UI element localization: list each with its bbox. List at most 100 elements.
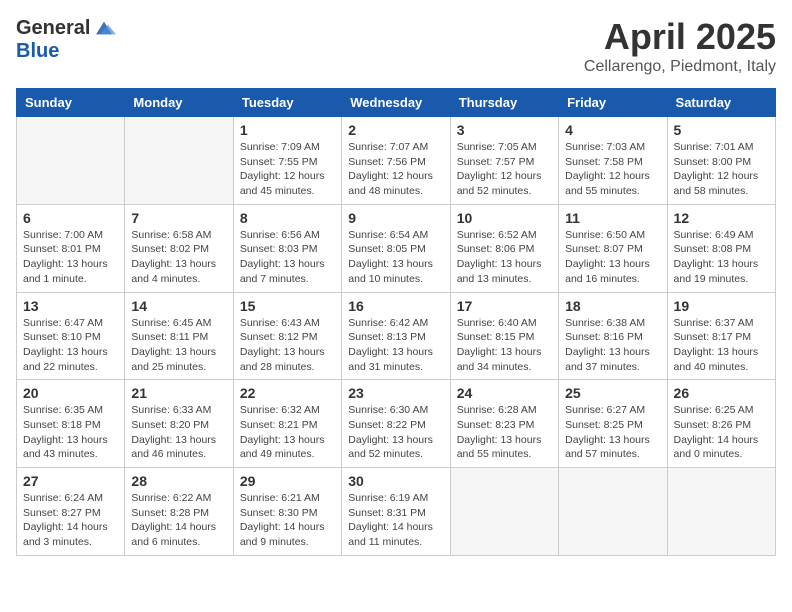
calendar-cell: 28 Sunrise: 6:22 AM Sunset: 8:28 PM Dayli… [125,468,233,556]
calendar-cell: 19Sunrise: 6:37 AM Sunset: 8:17 PM Dayli… [667,292,775,380]
day-info: Sunrise: 6:24 AM Sunset: 8:27 PM Dayligh… [23,491,118,550]
calendar-cell [559,468,667,556]
weekday-header-thursday: Thursday [450,89,558,117]
day-number: 8 [240,210,335,226]
day-number: 20 [23,385,118,401]
week-row-4: 20 Sunrise: 6:35 AM Sunset: 8:18 PM Dayli… [17,380,776,468]
day-number: 12 [674,210,769,226]
day-info: Sunrise: 6:25 AM Sunset: 8:26 PM Dayligh… [674,403,769,462]
day-info: Sunrise: 6:56 AM Sunset: 8:03 PM Dayligh… [240,228,335,287]
calendar: SundayMondayTuesdayWednesdayThursdayFrid… [16,88,776,556]
day-number: 18 [565,298,660,314]
weekday-header-saturday: Saturday [667,89,775,117]
day-info: Sunrise: 6:45 AM Sunset: 8:11 PM Dayligh… [131,316,226,375]
title-block: April 2025 Cellarengo, Piedmont, Italy [584,16,776,76]
day-info: Sunrise: 6:58 AM Sunset: 8:02 PM Dayligh… [131,228,226,287]
day-info: Sunrise: 7:03 AM Sunset: 7:58 PM Dayligh… [565,140,660,199]
weekday-header-row: SundayMondayTuesdayWednesdayThursdayFrid… [17,89,776,117]
calendar-cell [125,117,233,205]
day-info: Sunrise: 7:09 AM Sunset: 7:55 PM Dayligh… [240,140,335,199]
day-info: Sunrise: 6:28 AM Sunset: 8:23 PM Dayligh… [457,403,552,462]
day-number: 5 [674,122,769,138]
calendar-cell [450,468,558,556]
day-info: Sunrise: 6:40 AM Sunset: 8:15 PM Dayligh… [457,316,552,375]
day-number: 1 [240,122,335,138]
day-info: Sunrise: 6:43 AM Sunset: 8:12 PM Dayligh… [240,316,335,375]
day-number: 30 [348,473,443,489]
week-row-5: 27 Sunrise: 6:24 AM Sunset: 8:27 PM Dayli… [17,468,776,556]
day-info: Sunrise: 6:35 AM Sunset: 8:18 PM Dayligh… [23,403,118,462]
day-info: Sunrise: 6:22 AM Sunset: 8:28 PM Dayligh… [131,491,226,550]
week-row-1: 1 Sunrise: 7:09 AM Sunset: 7:55 PM Daylig… [17,117,776,205]
calendar-cell: 13 Sunrise: 6:47 AM Sunset: 8:10 PM Dayli… [17,292,125,380]
day-info: Sunrise: 6:19 AM Sunset: 8:31 PM Dayligh… [348,491,443,550]
day-number: 21 [131,385,226,401]
calendar-cell: 6Sunrise: 7:00 AM Sunset: 8:01 PM Daylig… [17,204,125,292]
day-number: 28 [131,473,226,489]
day-number: 17 [457,298,552,314]
calendar-cell: 14 Sunrise: 6:45 AM Sunset: 8:11 PM Dayli… [125,292,233,380]
logo-icon [92,16,116,40]
logo: General Blue [16,16,116,63]
calendar-cell: 3Sunrise: 7:05 AM Sunset: 7:57 PM Daylig… [450,117,558,205]
calendar-cell: 26Sunrise: 6:25 AM Sunset: 8:26 PM Dayli… [667,380,775,468]
day-info: Sunrise: 6:37 AM Sunset: 8:17 PM Dayligh… [674,316,769,375]
day-info: Sunrise: 6:38 AM Sunset: 8:16 PM Dayligh… [565,316,660,375]
calendar-cell: 16Sunrise: 6:42 AM Sunset: 8:13 PM Dayli… [342,292,450,380]
weekday-header-tuesday: Tuesday [233,89,341,117]
page-header: General Blue April 2025 Cellarengo, Pied… [16,16,776,76]
day-info: Sunrise: 6:32 AM Sunset: 8:21 PM Dayligh… [240,403,335,462]
day-info: Sunrise: 6:54 AM Sunset: 8:05 PM Dayligh… [348,228,443,287]
calendar-cell: 30 Sunrise: 6:19 AM Sunset: 8:31 PM Dayli… [342,468,450,556]
day-info: Sunrise: 7:00 AM Sunset: 8:01 PM Dayligh… [23,228,118,287]
week-row-2: 6Sunrise: 7:00 AM Sunset: 8:01 PM Daylig… [17,204,776,292]
calendar-cell [17,117,125,205]
day-info: Sunrise: 7:01 AM Sunset: 8:00 PM Dayligh… [674,140,769,199]
weekday-header-monday: Monday [125,89,233,117]
day-number: 22 [240,385,335,401]
day-info: Sunrise: 6:49 AM Sunset: 8:08 PM Dayligh… [674,228,769,287]
day-number: 29 [240,473,335,489]
week-row-3: 13 Sunrise: 6:47 AM Sunset: 8:10 PM Dayli… [17,292,776,380]
calendar-cell: 8 Sunrise: 6:56 AM Sunset: 8:03 PM Daylig… [233,204,341,292]
day-number: 7 [131,210,226,226]
day-info: Sunrise: 6:21 AM Sunset: 8:30 PM Dayligh… [240,491,335,550]
day-number: 13 [23,298,118,314]
calendar-cell: 27 Sunrise: 6:24 AM Sunset: 8:27 PM Dayli… [17,468,125,556]
calendar-cell: 11 Sunrise: 6:50 AM Sunset: 8:07 PM Dayli… [559,204,667,292]
calendar-cell: 10 Sunrise: 6:52 AM Sunset: 8:06 PM Dayli… [450,204,558,292]
day-info: Sunrise: 6:27 AM Sunset: 8:25 PM Dayligh… [565,403,660,462]
day-info: Sunrise: 6:47 AM Sunset: 8:10 PM Dayligh… [23,316,118,375]
calendar-cell: 12 Sunrise: 6:49 AM Sunset: 8:08 PM Dayli… [667,204,775,292]
day-number: 14 [131,298,226,314]
day-number: 4 [565,122,660,138]
day-number: 11 [565,210,660,226]
day-info: Sunrise: 6:30 AM Sunset: 8:22 PM Dayligh… [348,403,443,462]
calendar-cell: 4 Sunrise: 7:03 AM Sunset: 7:58 PM Daylig… [559,117,667,205]
calendar-cell: 1 Sunrise: 7:09 AM Sunset: 7:55 PM Daylig… [233,117,341,205]
day-number: 10 [457,210,552,226]
day-info: Sunrise: 6:50 AM Sunset: 8:07 PM Dayligh… [565,228,660,287]
month-title: April 2025 [584,16,776,58]
day-number: 15 [240,298,335,314]
day-info: Sunrise: 6:42 AM Sunset: 8:13 PM Dayligh… [348,316,443,375]
weekday-header-sunday: Sunday [17,89,125,117]
calendar-cell: 5 Sunrise: 7:01 AM Sunset: 8:00 PM Daylig… [667,117,775,205]
calendar-cell: 2 Sunrise: 7:07 AM Sunset: 7:56 PM Daylig… [342,117,450,205]
day-number: 2 [348,122,443,138]
calendar-cell: 29 Sunrise: 6:21 AM Sunset: 8:30 PM Dayli… [233,468,341,556]
day-info: Sunrise: 6:33 AM Sunset: 8:20 PM Dayligh… [131,403,226,462]
weekday-header-wednesday: Wednesday [342,89,450,117]
calendar-cell: 22 Sunrise: 6:32 AM Sunset: 8:21 PM Dayli… [233,380,341,468]
calendar-cell: 7 Sunrise: 6:58 AM Sunset: 8:02 PM Daylig… [125,204,233,292]
day-number: 27 [23,473,118,489]
day-number: 9 [348,210,443,226]
calendar-cell [667,468,775,556]
day-number: 24 [457,385,552,401]
day-info: Sunrise: 6:52 AM Sunset: 8:06 PM Dayligh… [457,228,552,287]
calendar-cell: 9 Sunrise: 6:54 AM Sunset: 8:05 PM Daylig… [342,204,450,292]
calendar-cell: 20 Sunrise: 6:35 AM Sunset: 8:18 PM Dayli… [17,380,125,468]
day-info: Sunrise: 7:07 AM Sunset: 7:56 PM Dayligh… [348,140,443,199]
logo-general: General [16,17,90,40]
logo-blue: Blue [16,40,59,63]
